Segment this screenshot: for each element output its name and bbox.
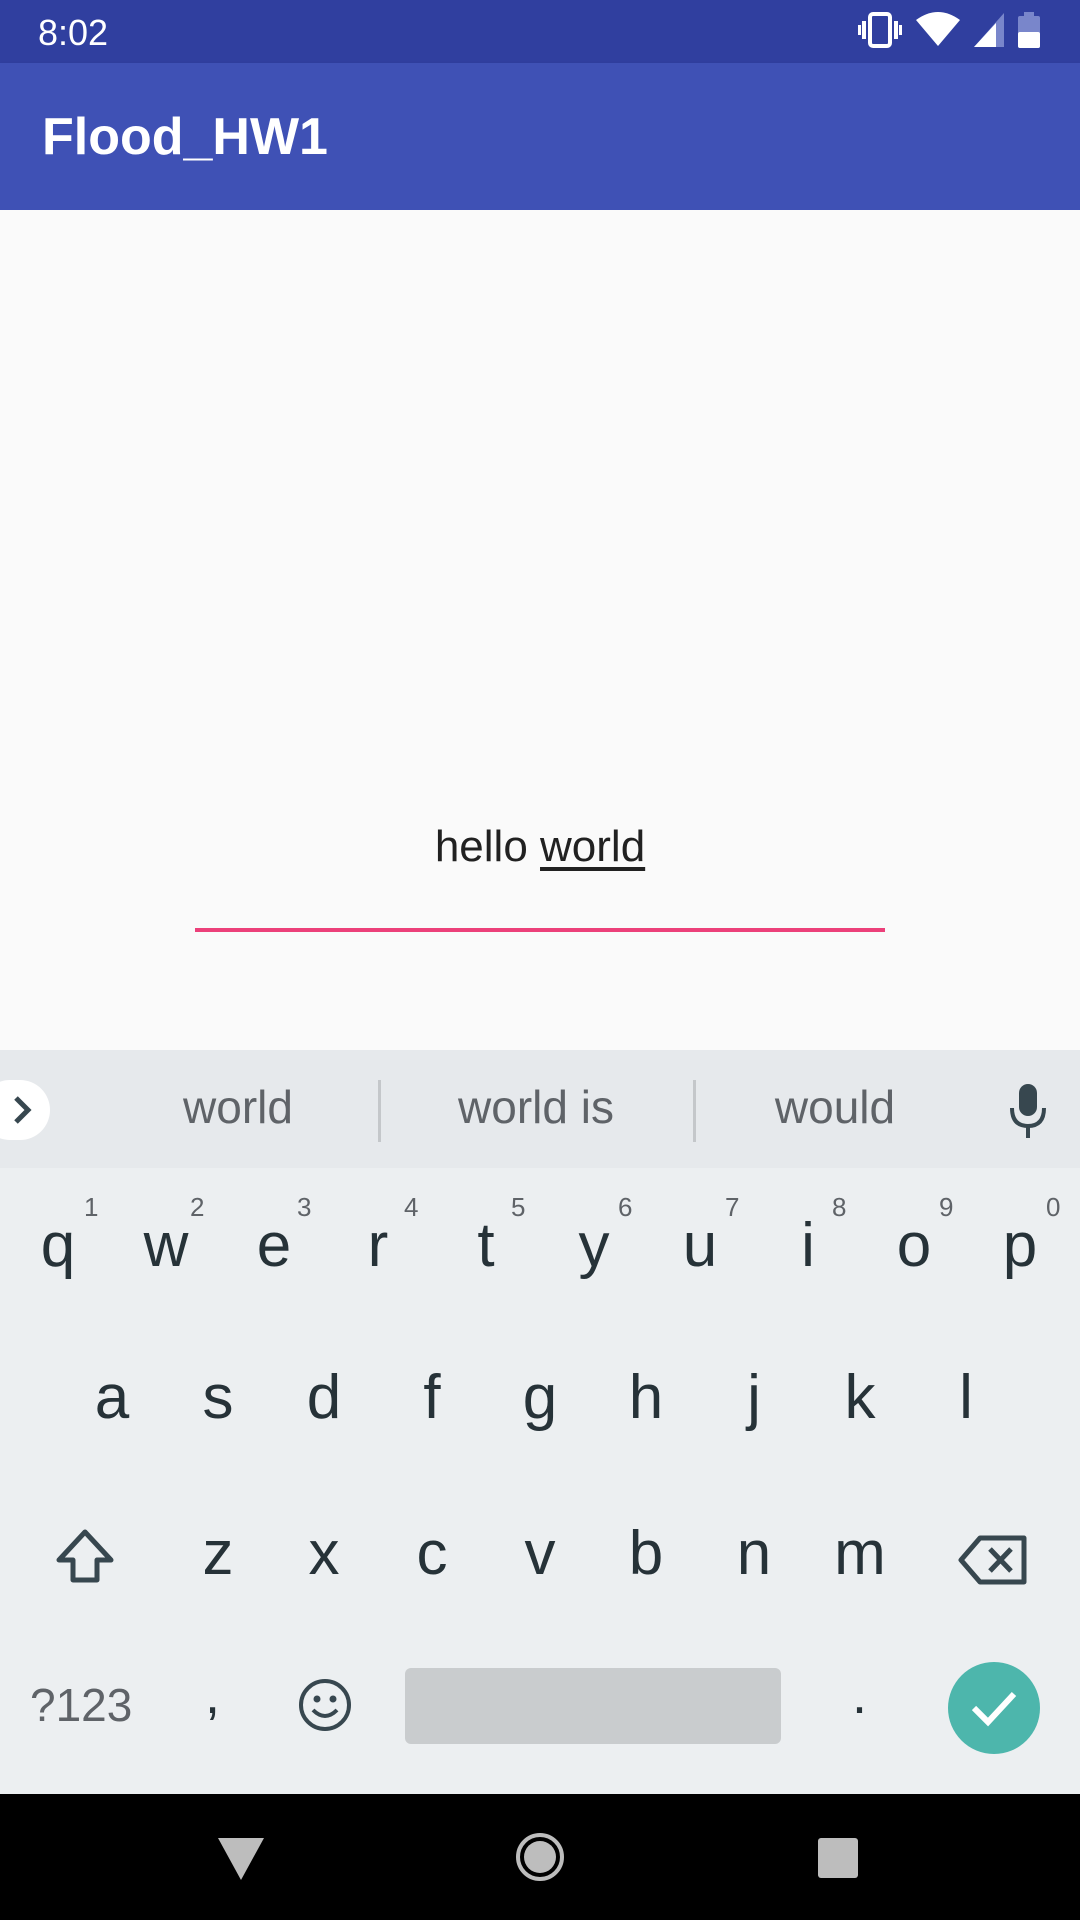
suggestion-1[interactable]: world bbox=[148, 1080, 328, 1134]
key-s[interactable]: s bbox=[164, 1362, 272, 1433]
battery-icon bbox=[1018, 11, 1040, 53]
key-hint-7: 7 bbox=[725, 1192, 740, 1222]
app-bar: Flood_HW1 bbox=[0, 63, 1080, 210]
text-input-underline bbox=[195, 928, 885, 932]
key-d[interactable]: d bbox=[270, 1362, 378, 1433]
expand-toolbar-button[interactable] bbox=[0, 1080, 50, 1140]
suggestion-divider bbox=[693, 1080, 696, 1142]
back-icon[interactable] bbox=[218, 1838, 264, 1885]
spacebar[interactable] bbox=[405, 1668, 781, 1744]
wifi-icon bbox=[916, 11, 960, 53]
key-f[interactable]: f bbox=[378, 1362, 486, 1433]
backspace-key[interactable] bbox=[958, 1534, 1028, 1591]
key-a[interactable]: a bbox=[58, 1362, 166, 1433]
key-e[interactable]: e bbox=[220, 1210, 328, 1281]
key-hint-6: 6 bbox=[618, 1192, 633, 1222]
key-h[interactable]: h bbox=[592, 1362, 700, 1433]
period-key[interactable]: . bbox=[852, 1664, 867, 1726]
status-bar: 8:02 bbox=[0, 0, 1080, 63]
text-input-composing: world bbox=[540, 822, 646, 871]
key-hint-5: 5 bbox=[511, 1192, 526, 1222]
key-hint-1: 1 bbox=[84, 1192, 99, 1222]
text-input[interactable]: hello world bbox=[195, 822, 885, 902]
shift-key[interactable] bbox=[55, 1528, 115, 1589]
key-g[interactable]: g bbox=[486, 1362, 594, 1433]
shift-icon bbox=[56, 1529, 114, 1583]
key-hint-0: 0 bbox=[1046, 1192, 1061, 1222]
vibrate-icon bbox=[858, 11, 902, 53]
key-hint-3: 3 bbox=[297, 1192, 312, 1222]
symbols-key[interactable]: ?123 bbox=[30, 1678, 132, 1732]
main-content: hello world bbox=[0, 210, 1080, 1050]
key-hint-2: 2 bbox=[190, 1192, 205, 1222]
key-k[interactable]: k bbox=[806, 1362, 914, 1433]
key-hint-8: 8 bbox=[832, 1192, 847, 1222]
navigation-bar bbox=[0, 1794, 1080, 1920]
status-icons bbox=[858, 11, 1040, 53]
checkmark-icon bbox=[971, 1691, 1017, 1727]
key-z[interactable]: z bbox=[164, 1518, 272, 1589]
comma-key[interactable]: , bbox=[205, 1664, 220, 1726]
home-icon[interactable] bbox=[515, 1832, 565, 1887]
key-j[interactable]: j bbox=[700, 1362, 808, 1433]
key-hint-4: 4 bbox=[404, 1192, 419, 1222]
key-b[interactable]: b bbox=[592, 1518, 700, 1589]
key-x[interactable]: x bbox=[270, 1518, 378, 1589]
keyboard: world world is would q w e r t y u i o p… bbox=[0, 1050, 1080, 1794]
key-l[interactable]: l bbox=[912, 1362, 1020, 1433]
emoji-icon[interactable] bbox=[298, 1678, 352, 1737]
key-v[interactable]: v bbox=[486, 1518, 594, 1589]
suggestion-2[interactable]: world is bbox=[420, 1080, 652, 1134]
suggestion-strip: world world is would bbox=[0, 1050, 1080, 1168]
key-n[interactable]: n bbox=[700, 1518, 808, 1589]
recents-icon[interactable] bbox=[818, 1838, 858, 1878]
backspace-icon bbox=[958, 1535, 1027, 1585]
microphone-icon[interactable] bbox=[1008, 1084, 1048, 1143]
key-hint-9: 9 bbox=[939, 1192, 954, 1222]
key-c[interactable]: c bbox=[378, 1518, 486, 1589]
key-m[interactable]: m bbox=[806, 1518, 914, 1589]
done-button[interactable] bbox=[948, 1662, 1040, 1754]
text-input-value: hello bbox=[434, 822, 541, 871]
chevron-right-icon bbox=[14, 1096, 32, 1124]
app-title: Flood_HW1 bbox=[42, 108, 328, 166]
suggestion-3[interactable]: would bbox=[740, 1080, 930, 1134]
suggestion-divider bbox=[378, 1080, 381, 1142]
cell-signal-icon bbox=[974, 12, 1004, 52]
status-time: 8:02 bbox=[38, 12, 109, 53]
